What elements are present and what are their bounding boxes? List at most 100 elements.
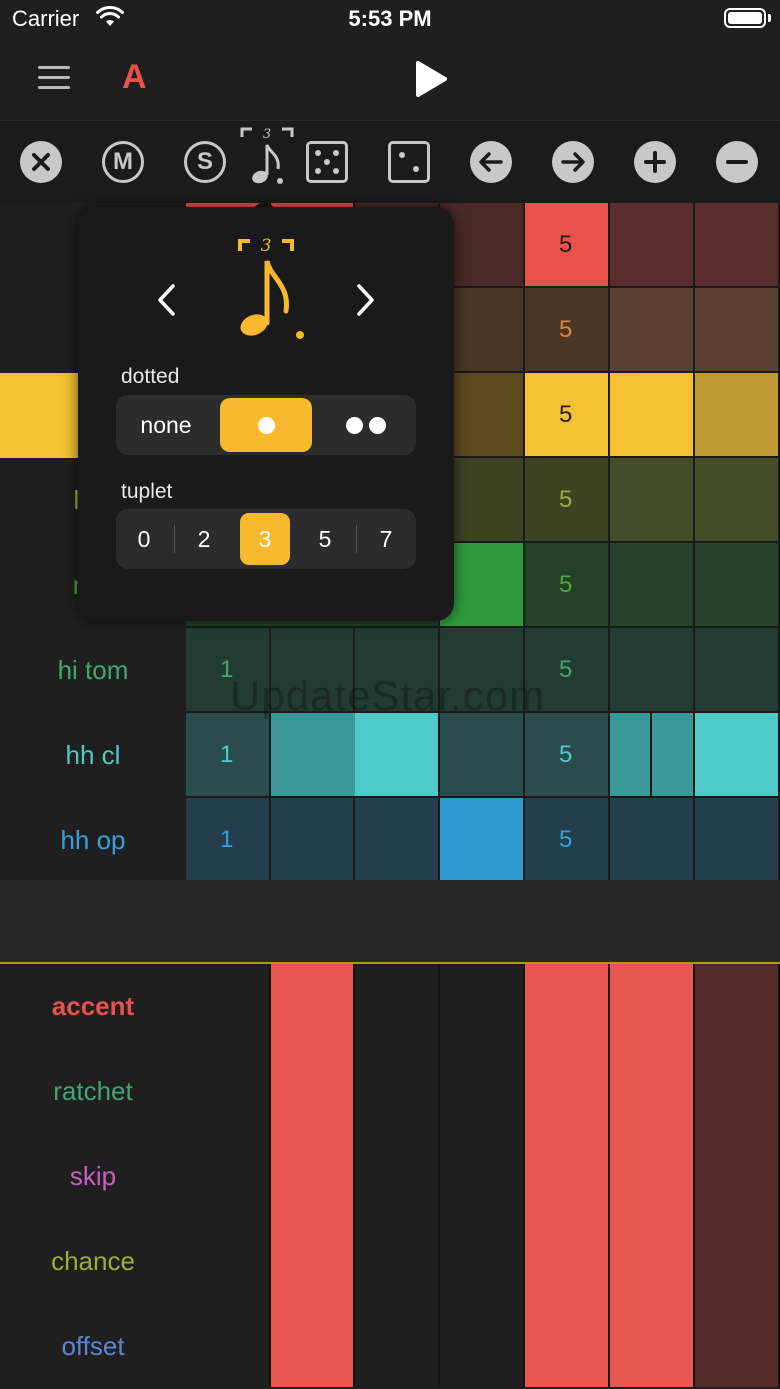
arrow-left-icon[interactable] (470, 141, 512, 183)
step-cell[interactable] (652, 713, 695, 798)
mute-label: M (113, 148, 133, 175)
step-cell[interactable] (610, 373, 695, 458)
accent-step[interactable] (525, 964, 610, 1387)
step-cell[interactable] (355, 798, 440, 883)
hamburger-icon[interactable] (38, 66, 70, 90)
step-cell[interactable] (695, 713, 780, 798)
step-cell[interactable] (610, 458, 695, 543)
accent-step[interactable] (355, 964, 440, 1387)
status-bar: Carrier 5:53 PM (0, 0, 780, 40)
step-cell[interactable] (695, 543, 780, 628)
step-cell[interactable] (695, 458, 780, 543)
track-label-hi-tom[interactable]: hi tom (0, 628, 186, 713)
param-name: skip (69, 1161, 117, 1191)
step-cell[interactable]: 5 (525, 543, 610, 628)
tuplet-label: tuplet (121, 480, 173, 503)
step-value: 1 (220, 825, 234, 853)
tuplet-segmented-control: 0 2 3 5 7 (116, 509, 416, 569)
step-cell[interactable]: 1 (186, 798, 271, 883)
pattern-selector[interactable]: A (122, 58, 147, 97)
step-value: 5 (559, 485, 573, 513)
step-cell[interactable] (271, 798, 355, 883)
param-tab-accent[interactable]: accent (0, 964, 186, 1049)
step-cell[interactable] (355, 713, 440, 798)
section-divider (0, 880, 780, 964)
step-cell[interactable]: 5 (525, 458, 610, 543)
accent-step[interactable] (186, 964, 271, 1387)
param-name: chance (51, 1246, 135, 1276)
note-length-popover: 3 dotted none tuplet 0 2 3 5 7 (78, 207, 454, 621)
dotted-option-single-dot[interactable] (220, 398, 312, 452)
segment-divider (174, 525, 175, 553)
param-tab-chance[interactable]: chance (0, 1219, 186, 1304)
step-cell[interactable] (695, 798, 780, 883)
option-label: 5 (318, 525, 332, 552)
tuplet-option-3[interactable]: 3 (240, 513, 290, 565)
accent-step[interactable] (610, 964, 695, 1387)
step-cell[interactable]: 5 (525, 373, 610, 458)
param-name: accent (51, 991, 135, 1021)
step-cell[interactable] (695, 203, 780, 288)
close-icon[interactable] (20, 141, 62, 183)
step-value: 5 (559, 230, 573, 258)
dotted-option-none[interactable]: none (120, 398, 212, 452)
accent-step[interactable] (695, 964, 780, 1387)
chevron-right-icon[interactable] (354, 283, 376, 317)
param-tab-skip[interactable]: skip (0, 1134, 186, 1219)
option-label: 0 (137, 525, 151, 552)
step-cell[interactable] (440, 713, 525, 798)
chevron-left-icon[interactable] (156, 283, 178, 317)
step-cell[interactable] (610, 628, 695, 713)
step-cell[interactable] (440, 798, 525, 883)
step-value: 5 (559, 570, 573, 598)
step-cell[interactable]: 5 (525, 798, 610, 883)
dotted-option-double-dot[interactable] (320, 398, 412, 452)
tuplet-option-0[interactable]: 0 (119, 513, 169, 565)
step-value: 5 (559, 740, 573, 768)
accent-step[interactable] (271, 964, 355, 1387)
tuplet-note-icon[interactable]: 3 (240, 127, 294, 189)
nav-bar: A (0, 40, 780, 121)
step-cell[interactable] (610, 713, 652, 798)
step-cell[interactable]: 5 (525, 713, 610, 798)
step-value: 5 (559, 825, 573, 853)
plus-icon[interactable] (634, 141, 676, 183)
dice-two-icon[interactable] (388, 141, 430, 183)
dot-icon (257, 416, 275, 434)
accent-step[interactable] (440, 964, 525, 1387)
step-cell[interactable] (610, 543, 695, 628)
option-label: none (140, 411, 192, 438)
watermark: UpdateStar.com (230, 672, 546, 719)
tuplet-option-2[interactable]: 2 (179, 513, 229, 565)
step-value: 5 (559, 655, 573, 683)
param-tab-ratchet[interactable]: ratchet (0, 1049, 186, 1134)
solo-label: S (196, 148, 213, 175)
solo-icon[interactable]: S (184, 141, 226, 183)
step-cell[interactable]: 1 (186, 713, 271, 798)
step-cell[interactable] (610, 288, 695, 373)
track-label-hh-cl[interactable]: hh cl (0, 713, 186, 798)
play-icon[interactable] (414, 60, 448, 98)
step-cell[interactable] (695, 628, 780, 713)
step-cell[interactable] (695, 288, 780, 373)
dot-icon (346, 416, 363, 434)
minus-icon[interactable] (716, 141, 758, 183)
step-cell[interactable] (610, 203, 695, 288)
mute-icon[interactable]: M (102, 141, 144, 183)
edit-toolbar: M S 3 (0, 121, 780, 203)
tuplet-option-5[interactable]: 5 (300, 513, 350, 565)
track-name: hh op (60, 825, 126, 855)
step-cell[interactable] (695, 373, 780, 458)
track-name: hi tom (57, 655, 129, 685)
battery-tip (768, 14, 771, 22)
segment-divider (356, 525, 357, 553)
track-label-hh-op[interactable]: hh op (0, 798, 186, 883)
step-cell[interactable]: 5 (525, 288, 610, 373)
option-label: 3 (258, 525, 272, 552)
tuplet-option-7[interactable]: 7 (361, 513, 411, 565)
step-cell[interactable]: 5 (525, 203, 610, 288)
arrow-right-icon[interactable] (552, 141, 594, 183)
param-tab-offset[interactable]: offset (0, 1304, 186, 1389)
step-cell[interactable] (610, 798, 695, 883)
dice-five-icon[interactable] (306, 141, 348, 183)
